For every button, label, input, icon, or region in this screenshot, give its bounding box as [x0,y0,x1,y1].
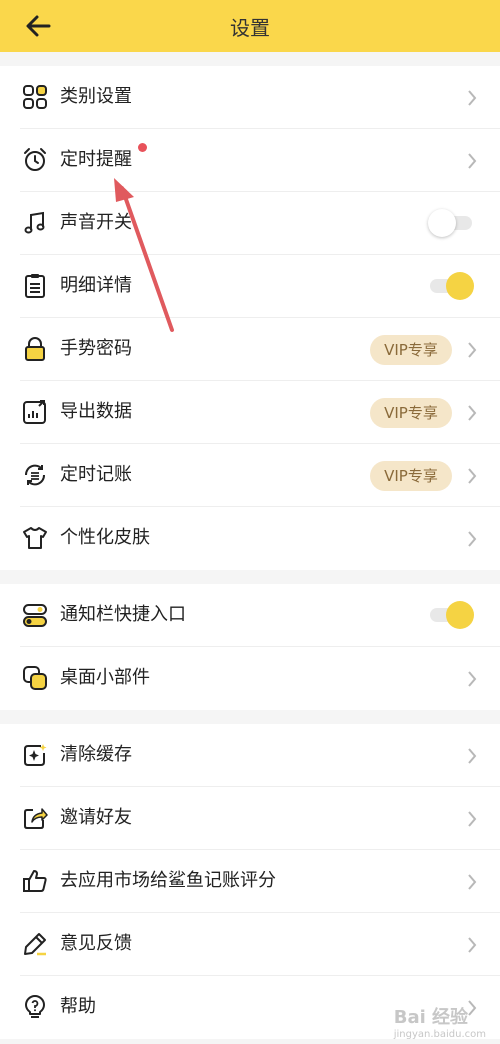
settings-item-label: 手势密码 [60,338,132,359]
settings-item-label: 个性化皮肤 [60,527,150,548]
app-header: 设置 [0,0,500,52]
settings-item-widget[interactable]: 桌面小部件 [0,647,500,710]
settings-item-export[interactable]: 导出数据 VIP专享 [0,381,500,444]
thumbs-up-icon [23,870,47,892]
settings-item-label: 导出数据 [60,401,132,422]
annotation-dot [138,143,147,152]
vip-badge: VIP专享 [370,335,452,365]
sound-toggle[interactable] [428,208,474,238]
watermark: Bai 经验 jingyan.baidu.com [394,1003,486,1040]
settings-item-label: 定时记账 [60,464,132,485]
clear-cache-icon [24,744,47,766]
chevron-right-icon [468,153,477,169]
settings-group-shortcuts: 通知栏快捷入口 桌面小部件 [0,584,500,710]
page-title: 设置 [230,16,270,40]
settings-item-reminder[interactable]: 定时提醒 [0,129,500,192]
category-grid-icon [23,85,47,109]
recurring-bill-icon [24,464,46,486]
tshirt-icon [23,527,47,549]
notification-shortcut-toggle[interactable] [428,600,474,630]
settings-item-label: 邀请好友 [60,807,132,828]
chevron-right-icon [468,874,477,890]
chevron-right-icon [468,405,477,421]
settings-item-skin[interactable]: 个性化皮肤 [0,507,500,570]
chevron-right-icon [468,811,477,827]
settings-item-notification-shortcut: 通知栏快捷入口 [0,584,500,647]
detail-toggle[interactable] [428,271,474,301]
chevron-right-icon [468,342,477,358]
settings-item-label: 声音开关 [60,212,132,233]
settings-item-recurring-bill[interactable]: 定时记账 VIP专享 [0,444,500,507]
watermark-brand: Bai 经验 [393,1007,469,1028]
settings-item-clear-cache[interactable]: 清除缓存 [0,724,500,787]
chevron-right-icon [468,531,477,547]
chevron-right-icon [468,748,477,764]
settings-item-label: 帮助 [60,996,96,1017]
help-bulb-icon [25,995,45,1018]
vip-badge: VIP专享 [370,398,452,428]
settings-item-label: 明细详情 [60,275,132,296]
lock-icon [25,337,45,361]
chevron-right-icon [468,468,477,484]
settings-item-sound: 声音开关 [0,192,500,255]
clipboard-list-icon [25,274,45,298]
settings-item-feedback[interactable]: 意见反馈 [0,913,500,976]
settings-item-label: 通知栏快捷入口 [60,604,186,625]
share-icon [24,808,48,829]
settings-item-detail: 明细详情 [0,255,500,318]
settings-item-invite[interactable]: 邀请好友 [0,787,500,850]
settings-item-label: 定时提醒 [60,149,132,170]
notification-shortcut-icon [23,604,47,627]
chevron-right-icon [468,937,477,953]
settings-item-gesture-password[interactable]: 手势密码 VIP专享 [0,318,500,381]
pen-icon [24,933,46,956]
widget-icon [23,666,47,690]
chevron-right-icon [468,671,477,687]
settings-group-other: 清除缓存 邀请好友 去应用市场给鲨鱼记账评分 意见反馈 帮助 [0,724,500,1039]
settings-item-label: 桌面小部件 [60,667,150,688]
settings-item-label: 意见反馈 [60,933,132,954]
vip-badge: VIP专享 [370,461,452,491]
watermark-url: jingyan.baidu.com [393,1029,486,1040]
settings-group-general: 类别设置 定时提醒 声音开关 明细详情 手势密码 VIP专享 导出数据 VIP专… [0,66,500,570]
export-chart-icon [23,400,46,424]
alarm-clock-icon [24,148,46,171]
settings-item-label: 清除缓存 [60,744,132,765]
chevron-right-icon [468,90,477,106]
settings-item-category[interactable]: 类别设置 [0,66,500,129]
settings-item-label: 类别设置 [60,86,132,107]
music-note-icon [24,211,45,234]
settings-item-rate-app[interactable]: 去应用市场给鲨鱼记账评分 [0,850,500,913]
settings-item-label: 去应用市场给鲨鱼记账评分 [60,870,276,891]
